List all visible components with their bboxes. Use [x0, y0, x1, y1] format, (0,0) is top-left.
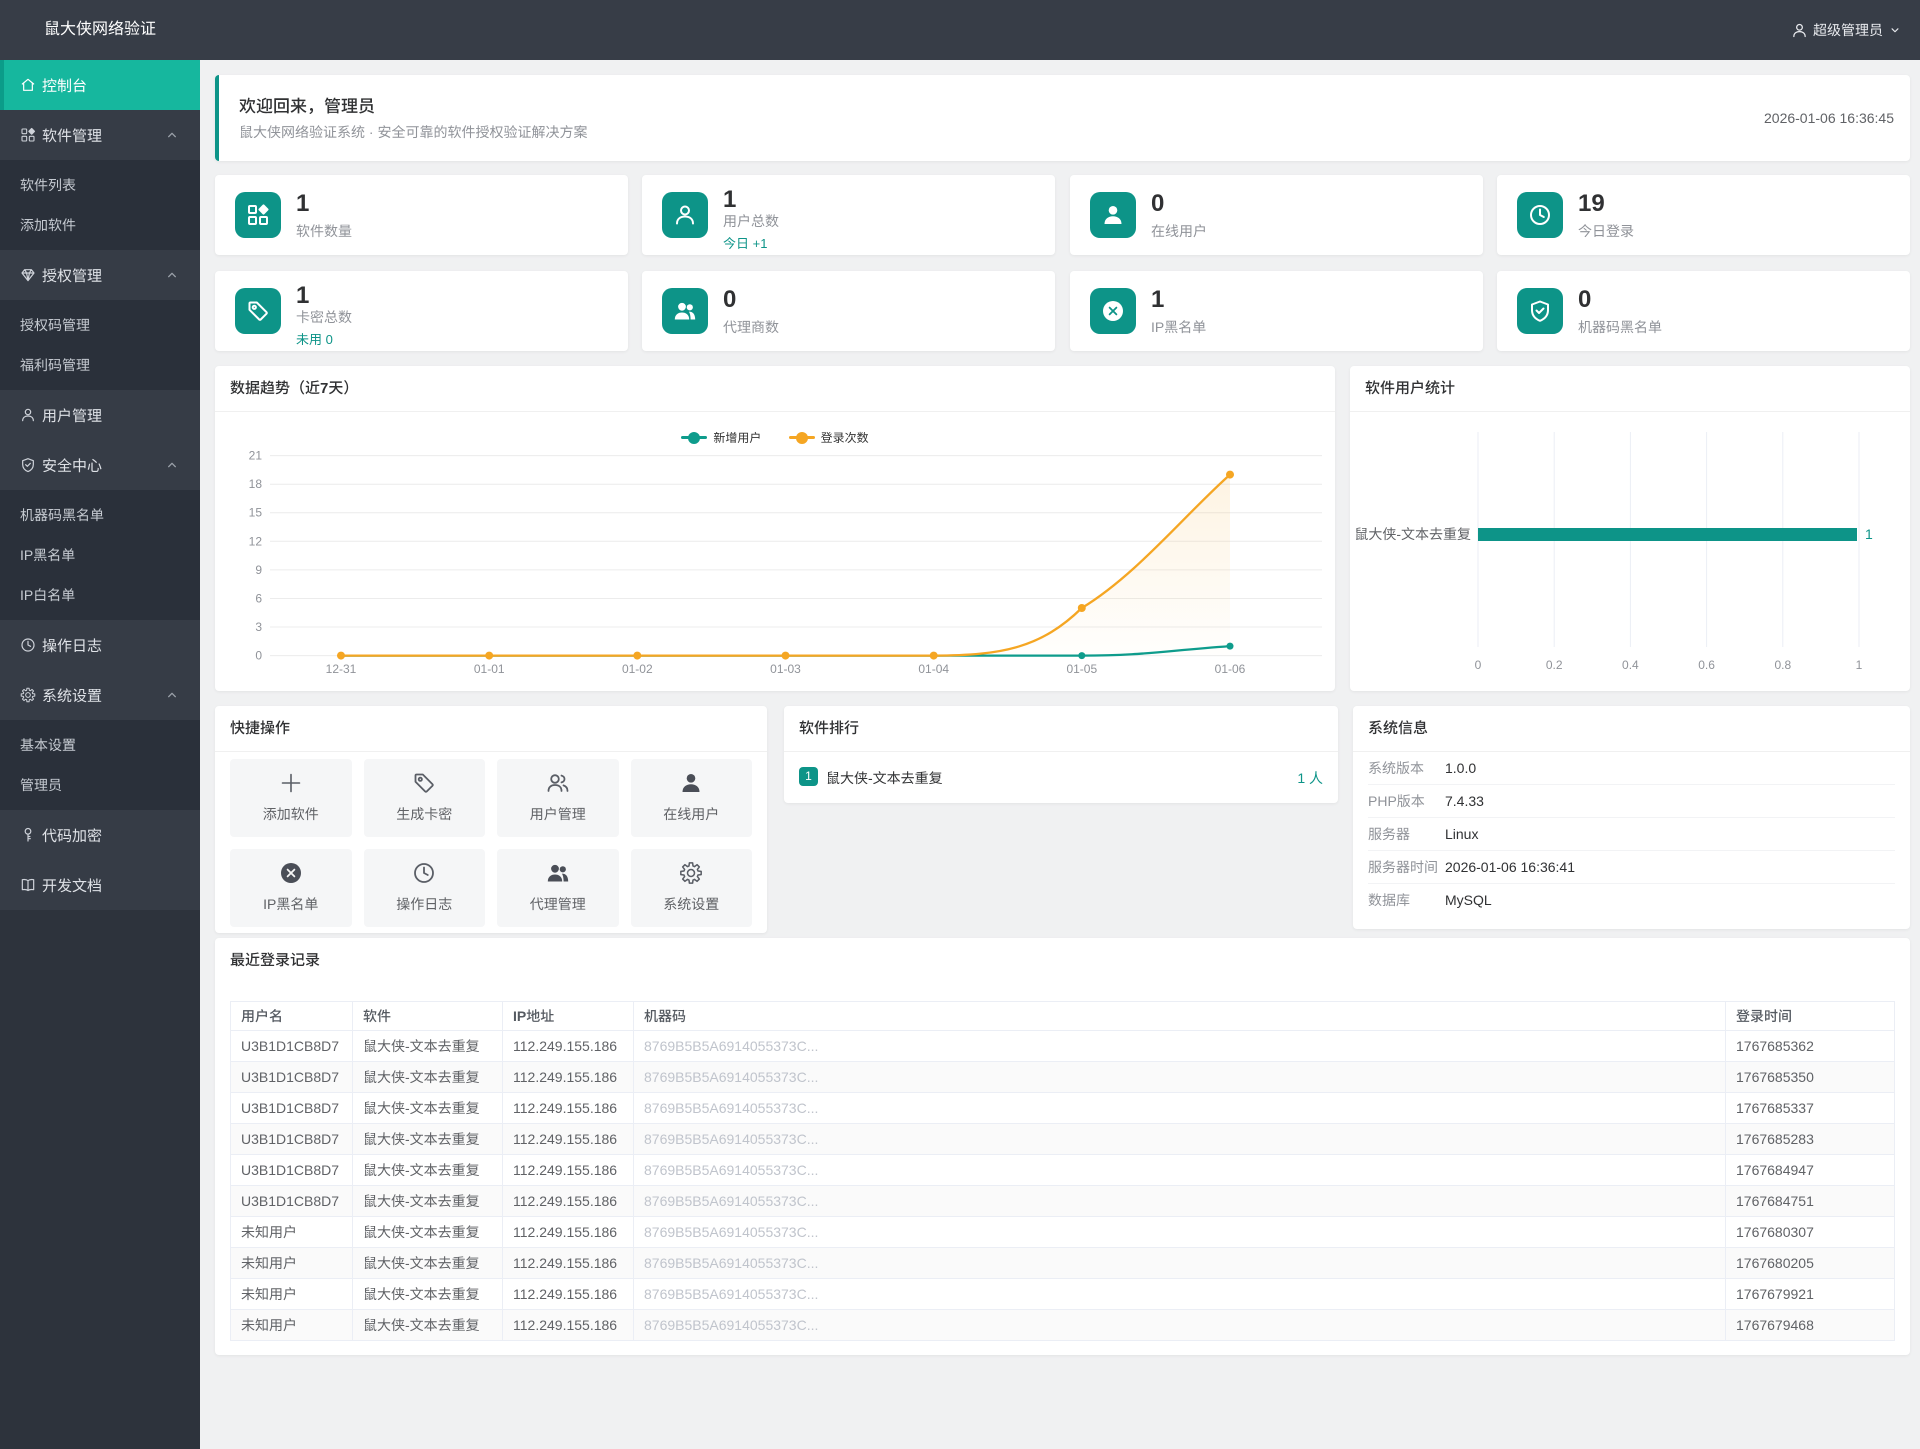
svg-text:12: 12 — [249, 534, 263, 548]
svg-text:01-02: 01-02 — [622, 662, 653, 676]
svg-text:0.2: 0.2 — [1546, 658, 1563, 672]
svg-text:01-04: 01-04 — [918, 662, 949, 676]
svg-text:01-06: 01-06 — [1215, 662, 1246, 676]
svg-text:0: 0 — [1475, 658, 1482, 672]
svg-text:0.4: 0.4 — [1622, 658, 1639, 672]
svg-text:9: 9 — [255, 563, 262, 577]
svg-text:01-05: 01-05 — [1066, 662, 1097, 676]
svg-text:1: 1 — [1865, 526, 1873, 542]
svg-text:3: 3 — [255, 620, 262, 634]
svg-text:6: 6 — [255, 592, 262, 606]
svg-text:12-31: 12-31 — [326, 662, 357, 676]
svg-text:21: 21 — [249, 449, 263, 463]
svg-text:0: 0 — [255, 649, 262, 663]
svg-text:01-03: 01-03 — [770, 662, 801, 676]
svg-text:1: 1 — [1856, 658, 1863, 672]
svg-text:15: 15 — [249, 506, 263, 520]
svg-text:0.6: 0.6 — [1698, 658, 1715, 672]
svg-text:0.8: 0.8 — [1774, 658, 1791, 672]
svg-text:01-01: 01-01 — [474, 662, 505, 676]
svg-text:18: 18 — [249, 477, 263, 491]
svg-text:鼠大侠-文本去重复: 鼠大侠-文本去重复 — [1354, 526, 1471, 542]
